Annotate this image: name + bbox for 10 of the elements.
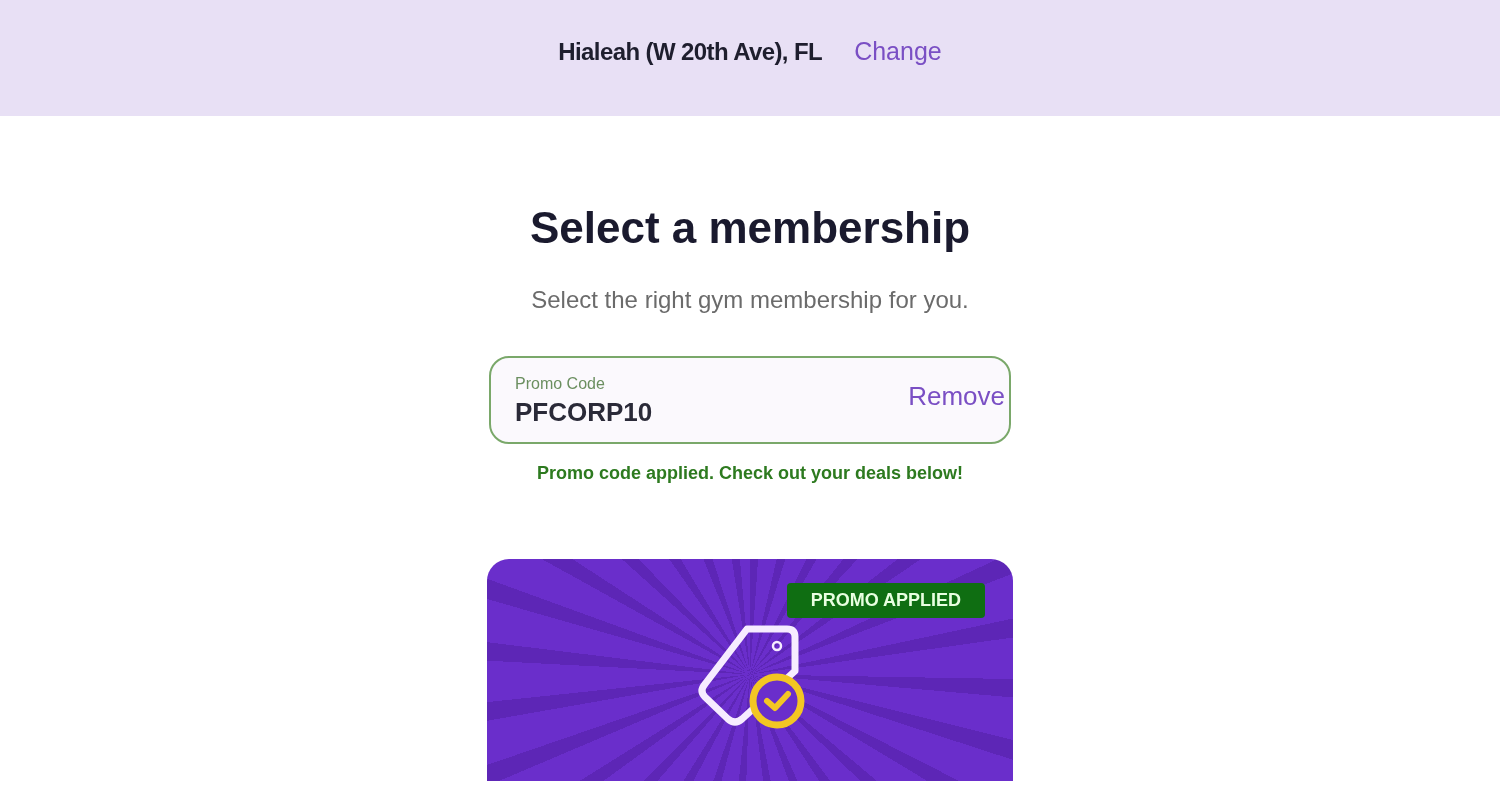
field-value: PFCORP10	[515, 396, 654, 428]
change-link[interactable]: Change	[854, 33, 942, 71]
page-heading: Select a membership	[529, 202, 971, 254]
promo-success-message: Promo code applied. Check out your deals below!	[536, 462, 964, 485]
location-text: Hialeah (W 20th Ave), FL	[558, 37, 823, 67]
subtitle-text: Select the right gym membership for you.	[531, 285, 969, 315]
promo-code-field[interactable]: Promo Code PFCORP10 Remove	[489, 356, 1011, 444]
promo-applied-badge: PROMO APPLIED	[786, 583, 985, 618]
remove-link[interactable]: Remove	[908, 376, 1005, 416]
field-label: Promo Code	[515, 374, 606, 394]
